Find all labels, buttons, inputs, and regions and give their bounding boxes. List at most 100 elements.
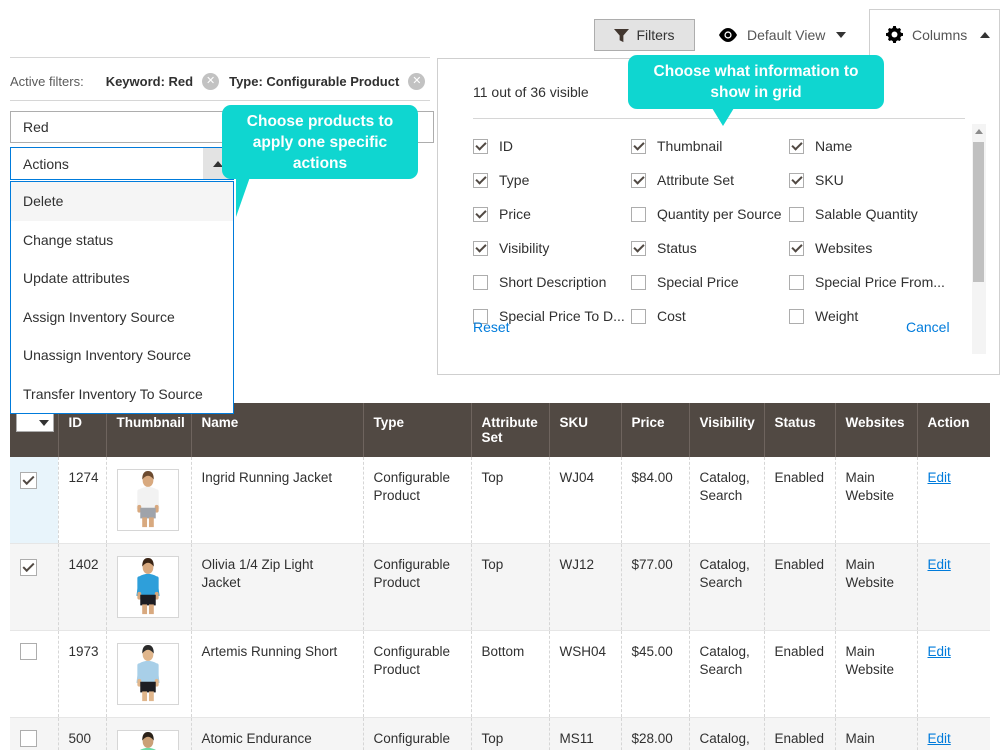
filters-button-label: Filters [636, 27, 675, 43]
header-price[interactable]: Price [621, 403, 690, 457]
row-checkbox-cell[interactable] [10, 543, 59, 631]
column-option-label: Weight [815, 308, 859, 324]
actions-menu-item-assign-inventory-source[interactable]: Assign Inventory Source [11, 298, 233, 337]
view-switcher[interactable]: Default View [718, 19, 847, 51]
checkbox-icon[interactable] [631, 308, 646, 324]
checkbox-icon[interactable] [631, 138, 646, 154]
column-option-visibility[interactable]: Visibility [473, 240, 631, 256]
row-checkbox-cell[interactable] [10, 457, 59, 544]
cell-status: Enabled [764, 630, 836, 718]
columns-options-grid: ID Thumbnail Name Type Attribute Set SKU [473, 129, 965, 324]
row-checkbox[interactable] [20, 730, 37, 747]
column-option-thumbnail[interactable]: Thumbnail [631, 138, 789, 154]
column-option-sku[interactable]: SKU [789, 172, 965, 188]
edit-link[interactable]: Edit [928, 731, 951, 746]
cell-id: 1402 [58, 543, 107, 631]
table-row[interactable]: 1402 Olivia 1/4 Zip Light Jacket Configura… [10, 543, 990, 631]
actions-menu-item-unassign-inventory-source[interactable]: Unassign Inventory Source [11, 336, 233, 375]
close-icon[interactable]: ✕ [408, 72, 426, 90]
select-all-checkbox[interactable] [16, 413, 54, 432]
header-websites[interactable]: Websites [835, 403, 918, 457]
header-status[interactable]: Status [764, 403, 836, 457]
columns-reset-link[interactable]: Reset [473, 319, 510, 335]
checkbox-icon[interactable] [473, 138, 488, 154]
column-option-special-price[interactable]: Special Price [631, 274, 789, 290]
actions-menu-item-transfer-inventory-to-source[interactable]: Transfer Inventory To Source [11, 375, 233, 414]
checkbox-icon[interactable] [631, 206, 646, 222]
column-option-label: Visibility [499, 240, 550, 256]
checkbox-icon[interactable] [631, 172, 646, 188]
cell-id: 500 [58, 717, 107, 750]
row-checkbox[interactable] [20, 471, 37, 489]
checkbox-icon[interactable] [789, 172, 804, 188]
checkbox-icon[interactable] [789, 240, 804, 256]
cell-type: Configurable Product [363, 457, 472, 544]
header-visibility[interactable]: Visibility [689, 403, 765, 457]
header-type[interactable]: Type [363, 403, 472, 457]
checkbox-icon[interactable] [473, 274, 488, 290]
checkbox-icon[interactable] [473, 240, 488, 256]
column-option-websites[interactable]: Websites [789, 240, 965, 256]
actions-menu-item-change-status[interactable]: Change status [11, 221, 233, 260]
callout-choose-columns-text: Choose what information to show in grid [653, 63, 859, 101]
checkbox-icon[interactable] [789, 138, 804, 154]
table-row[interactable]: 1973 Artemis Running Short Configurable Pr… [10, 630, 990, 718]
scroll-up-arrow-icon[interactable] [975, 129, 983, 134]
actions-menu-item-delete[interactable]: Delete [11, 182, 233, 221]
row-checkbox[interactable] [20, 643, 37, 660]
columns-button-label: Columns [912, 26, 968, 43]
column-option-type[interactable]: Type [473, 172, 631, 188]
table-row[interactable]: 500 Atomic Endurance Running Tee (V-neck)… [10, 717, 990, 750]
header-sku[interactable]: SKU [549, 403, 622, 457]
actions-button[interactable]: Actions [10, 147, 234, 180]
cell-name: Olivia 1/4 Zip Light Jacket [191, 543, 364, 631]
column-option-status[interactable]: Status [631, 240, 789, 256]
column-option-label: Special Price From... [815, 274, 945, 290]
active-filter-chip-type[interactable]: Type: Configurable Product ✕ [229, 72, 426, 90]
column-option-special-price-from[interactable]: Special Price From... [789, 274, 965, 290]
filters-button[interactable]: Filters [594, 19, 695, 51]
column-option-attribute-set[interactable]: Attribute Set [631, 172, 789, 188]
checkbox-icon[interactable] [789, 274, 804, 290]
scrollbar-thumb[interactable] [973, 142, 984, 282]
column-option-salable-quantity[interactable]: Salable Quantity [789, 206, 965, 222]
columns-visible-count: 11 out of 36 visible [473, 84, 589, 100]
checkbox-icon[interactable] [631, 240, 646, 256]
row-checkbox-cell[interactable] [10, 630, 59, 718]
actions-button-label: Actions [23, 155, 69, 172]
checkbox-icon[interactable] [789, 206, 804, 222]
columns-panel-scrollbar[interactable] [972, 124, 986, 354]
callout-tail [712, 108, 734, 126]
cell-thumbnail [106, 543, 192, 631]
edit-link[interactable]: Edit [928, 470, 951, 485]
cell-action: Edit [917, 543, 990, 631]
columns-cancel-link[interactable]: Cancel [906, 319, 950, 335]
checkbox-icon[interactable] [473, 172, 488, 188]
checkbox-icon[interactable] [473, 206, 488, 222]
actions-menu-item-update-attributes[interactable]: Update attributes [11, 259, 233, 298]
column-option-id[interactable]: ID [473, 138, 631, 154]
header-attribute-set[interactable]: Attribute Set [471, 403, 550, 457]
edit-link[interactable]: Edit [928, 557, 951, 572]
column-option-label: Special Price To D... [499, 308, 625, 324]
table-row[interactable]: 1274 Ingrid Running Jacket Configurable Pr… [10, 457, 990, 544]
column-option-cost[interactable]: Cost [631, 308, 789, 324]
edit-link[interactable]: Edit [928, 644, 951, 659]
column-option-name[interactable]: Name [789, 138, 965, 154]
checkbox-icon[interactable] [631, 274, 646, 290]
cell-thumbnail [106, 717, 192, 750]
active-filter-chip-keyword[interactable]: Keyword: Red ✕ [106, 72, 220, 90]
row-checkbox[interactable] [20, 558, 37, 576]
row-checkbox-cell[interactable] [10, 717, 59, 750]
magento-product-grid-page: Filters Default View Columns Active filt… [0, 0, 1000, 750]
cell-websites: Main Website [835, 630, 918, 718]
column-option-price[interactable]: Price [473, 206, 631, 222]
close-icon[interactable]: ✕ [202, 72, 220, 90]
columns-button[interactable]: Columns [869, 9, 1000, 59]
products-grid: ID Thumbnail Name Type Attribute Set SKU… [10, 403, 990, 750]
cell-price: $77.00 [621, 543, 690, 631]
checkbox-icon[interactable] [789, 308, 804, 324]
column-option-quantity-per-source[interactable]: Quantity per Source [631, 206, 789, 222]
callout-choose-columns: Choose what information to show in grid [628, 55, 884, 126]
column-option-short-description[interactable]: Short Description [473, 274, 631, 290]
